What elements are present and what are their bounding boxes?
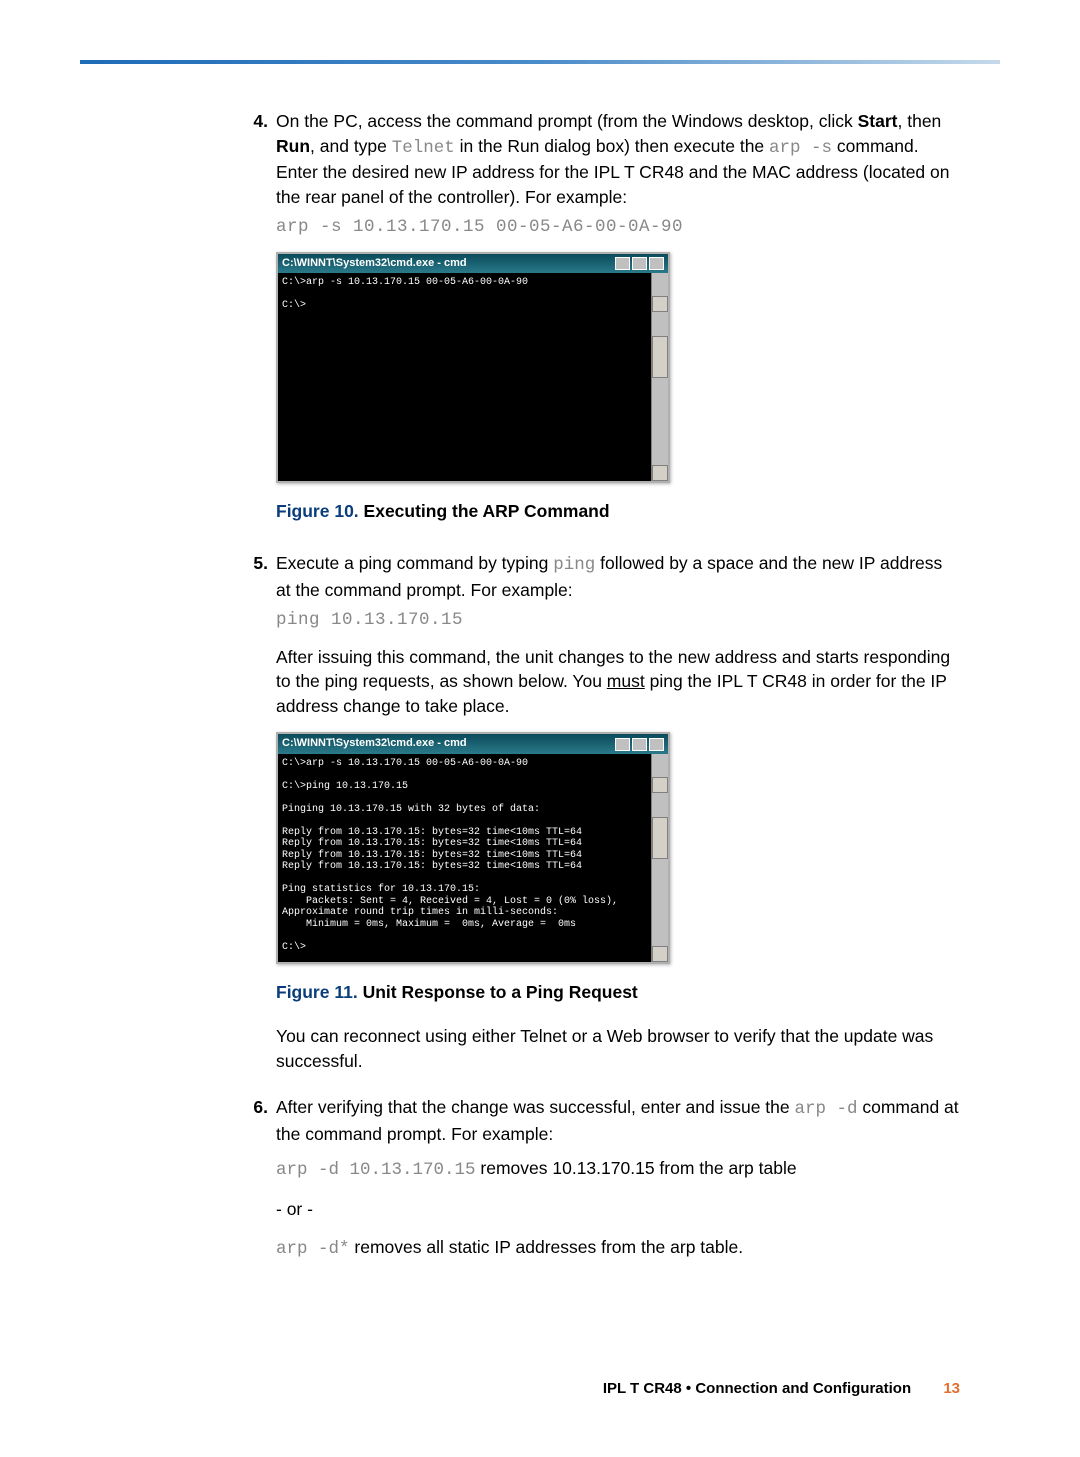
- kw-start: Start: [858, 111, 898, 131]
- cmd-window-2: C:\WINNT\System32\cmd.exe - cmd C:\>arp …: [276, 732, 670, 963]
- minimize-icon[interactable]: [615, 738, 630, 751]
- code: arp -d 10.13.170.15: [276, 1160, 476, 1180]
- code-arps: arp -s: [769, 138, 832, 158]
- cmd-titlebar: C:\WINNT\System32\cmd.exe - cmd: [278, 254, 668, 273]
- or-separator: - or -: [276, 1197, 960, 1222]
- scrollbar[interactable]: [651, 273, 668, 481]
- figure-label: Figure 10.: [276, 501, 359, 521]
- scroll-thumb[interactable]: [652, 817, 668, 859]
- emphasis-must: must: [607, 671, 645, 691]
- scroll-down-icon[interactable]: [652, 465, 668, 481]
- maximize-icon[interactable]: [632, 738, 647, 751]
- step-number: 4.: [240, 109, 276, 543]
- minimize-icon[interactable]: [615, 257, 630, 270]
- scroll-up-icon[interactable]: [652, 777, 668, 793]
- text: , then: [898, 111, 942, 131]
- step-body: After verifying that the change was succ…: [276, 1095, 960, 1276]
- cmd-title-text: C:\WINNT\System32\cmd.exe - cmd: [282, 256, 613, 271]
- figure-10-caption: Figure 10. Executing the ARP Command: [276, 499, 960, 524]
- page-footer: IPL T CR48 • Connection and Configuratio…: [603, 1380, 960, 1397]
- figure-title: Unit Response to a Ping Request: [363, 982, 638, 1002]
- text: On the PC, access the command prompt (fr…: [276, 111, 858, 131]
- code-line-arp: arp -s 10.13.170.15 00-05-A6-00-0A-90: [276, 215, 960, 240]
- text: Execute a ping command by typing: [276, 553, 553, 573]
- close-icon[interactable]: [649, 738, 664, 751]
- cmd-body: C:\>arp -s 10.13.170.15 00-05-A6-00-0A-9…: [278, 273, 668, 481]
- text: After verifying that the change was succ…: [276, 1097, 794, 1117]
- cmd-output: C:\>arp -s 10.13.170.15 00-05-A6-00-0A-9…: [282, 758, 618, 953]
- text: , and type: [310, 136, 392, 156]
- text: removes all static IP addresses from the…: [350, 1237, 744, 1257]
- step-4: 4. On the PC, access the command prompt …: [240, 109, 960, 543]
- step-number: 6.: [240, 1095, 276, 1276]
- footer-page-number: 13: [943, 1380, 960, 1397]
- step-body: On the PC, access the command prompt (fr…: [276, 109, 960, 543]
- code-ping: ping: [553, 555, 595, 575]
- example-line-1: arp -d 10.13.170.15 removes 10.13.170.15…: [276, 1156, 960, 1183]
- footer-doc-title: IPL T CR48 • Connection and Configuratio…: [603, 1380, 911, 1397]
- code-line-ping: ping 10.13.170.15: [276, 608, 960, 633]
- kw-run: Run: [276, 136, 310, 156]
- figure-11-caption: Figure 11. Unit Response to a Ping Reque…: [276, 980, 960, 1005]
- scroll-up-icon[interactable]: [652, 296, 668, 312]
- close-icon[interactable]: [649, 257, 664, 270]
- code-arpd: arp -d: [794, 1099, 857, 1119]
- cmd-window-1: C:\WINNT\System32\cmd.exe - cmd C:\>arp …: [276, 252, 670, 483]
- text: removes 10.13.170.15 from the arp table: [476, 1158, 797, 1178]
- maximize-icon[interactable]: [632, 257, 647, 270]
- code-telnet: Telnet: [392, 138, 455, 158]
- figure-label: Figure 11.: [276, 982, 358, 1002]
- scroll-down-icon[interactable]: [652, 946, 668, 962]
- scroll-thumb[interactable]: [652, 336, 668, 378]
- code: arp -d*: [276, 1239, 350, 1259]
- cmd-titlebar: C:\WINNT\System32\cmd.exe - cmd: [278, 734, 668, 753]
- step-5: 5. Execute a ping command by typing ping…: [240, 551, 960, 1087]
- cmd-output: C:\>arp -s 10.13.170.15 00-05-A6-00-0A-9…: [282, 277, 528, 311]
- page-content: 4. On the PC, access the command prompt …: [0, 64, 1080, 1276]
- example-line-2: arp -d* removes all static IP addresses …: [276, 1235, 960, 1262]
- text: in the Run dialog box) then execute the: [455, 136, 769, 156]
- paragraph: After issuing this command, the unit cha…: [276, 645, 960, 719]
- scrollbar[interactable]: [651, 754, 668, 962]
- step-body: Execute a ping command by typing ping fo…: [276, 551, 960, 1087]
- step-number: 5.: [240, 551, 276, 1087]
- paragraph: You can reconnect using either Telnet or…: [276, 1024, 960, 1073]
- cmd-body: C:\>arp -s 10.13.170.15 00-05-A6-00-0A-9…: [278, 754, 668, 962]
- cmd-title-text: C:\WINNT\System32\cmd.exe - cmd: [282, 736, 613, 751]
- figure-title: Executing the ARP Command: [364, 501, 610, 521]
- step-6: 6. After verifying that the change was s…: [240, 1095, 960, 1276]
